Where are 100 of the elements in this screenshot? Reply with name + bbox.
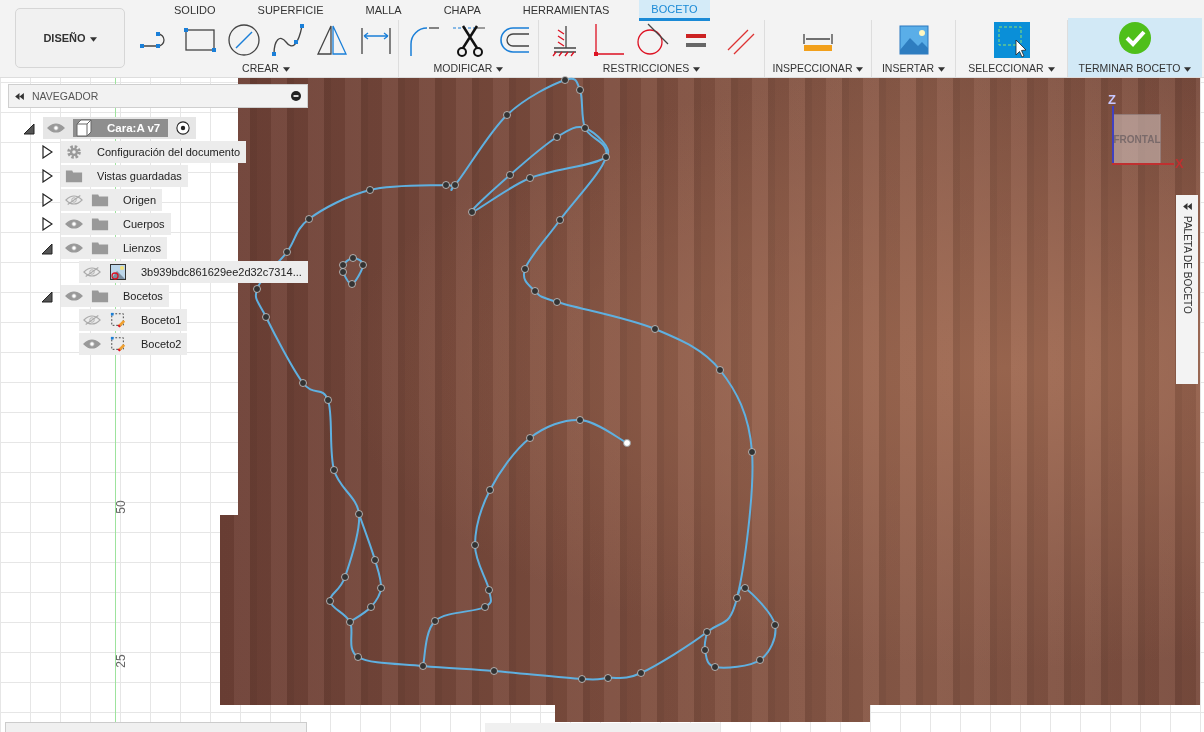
sketch-point[interactable] <box>604 674 612 682</box>
tool-group-dropdown[interactable]: RESTRICCIONES <box>600 62 703 74</box>
sketch-point[interactable] <box>576 416 584 424</box>
tool-group-dropdown[interactable]: CREAR <box>240 62 292 74</box>
sketch-point[interactable] <box>339 261 347 269</box>
sketch-point[interactable] <box>442 181 450 189</box>
sketch-point[interactable] <box>526 174 534 182</box>
sketch-point[interactable] <box>367 603 375 611</box>
toolbar-tab[interactable]: MALLA <box>353 0 414 20</box>
sketch-point[interactable] <box>771 621 779 629</box>
sketch-point[interactable] <box>701 646 709 654</box>
expanded-triangle-icon[interactable] <box>41 289 53 303</box>
toolbar-tab[interactable]: HERRAMIENTAS <box>510 0 622 20</box>
sketch-point[interactable] <box>371 556 379 564</box>
sketch-point[interactable] <box>490 667 498 675</box>
sketch-point[interactable] <box>711 663 719 671</box>
collapsed-triangle-icon[interactable] <box>41 217 53 231</box>
sketch-point[interactable] <box>330 466 338 474</box>
sketch-point[interactable] <box>637 669 645 677</box>
sketch-point[interactable] <box>339 268 347 276</box>
sketch-point[interactable] <box>451 181 459 189</box>
sketch-point[interactable] <box>253 285 261 293</box>
sketch-point[interactable] <box>355 510 363 518</box>
sketch-point[interactable] <box>471 541 479 549</box>
target-icon[interactable] <box>176 121 191 135</box>
browser-node[interactable]: Lienzos <box>61 237 167 259</box>
sketch-point[interactable] <box>468 208 476 216</box>
toolbar-tab[interactable]: SUPERFICIE <box>245 0 336 20</box>
expanded-triangle-icon[interactable] <box>23 121 35 135</box>
sketch-point[interactable] <box>359 261 367 269</box>
browser-node[interactable]: Boceto1 <box>79 309 188 331</box>
expanded-triangle-icon[interactable] <box>41 241 53 255</box>
sketch-point[interactable] <box>349 254 357 262</box>
sketch-point[interactable] <box>602 153 610 161</box>
sketch-point[interactable] <box>521 265 529 273</box>
sketch-point[interactable] <box>485 586 493 594</box>
node-label: Lienzos <box>123 242 161 254</box>
sketch-point[interactable] <box>561 76 569 84</box>
expand-icon <box>1182 203 1192 210</box>
sketch-point[interactable] <box>299 379 307 387</box>
browser-node[interactable]: Boceto2 <box>79 333 188 355</box>
node-label: Bocetos <box>123 290 163 302</box>
browser-node[interactable]: Bocetos <box>61 285 169 307</box>
sketch-point[interactable] <box>651 325 659 333</box>
select-tool-icon[interactable] <box>993 22 1030 58</box>
picture-icon <box>109 264 127 280</box>
browser-node[interactable]: Cuerpos <box>61 213 171 235</box>
sketch-point[interactable] <box>283 248 291 256</box>
tool-group-dropdown[interactable]: SELECCIONAR <box>966 62 1057 74</box>
sketch-point[interactable] <box>703 628 711 636</box>
sketch-point[interactable] <box>346 618 354 626</box>
circle-tool-icon[interactable] <box>226 22 262 58</box>
sketch-point[interactable] <box>531 287 539 295</box>
sketch-point[interactable] <box>581 124 589 132</box>
browser-node[interactable]: Origen <box>61 189 163 211</box>
workspace-dropdown[interactable]: DISEÑO <box>15 8 125 68</box>
sketch-point[interactable] <box>262 313 270 321</box>
sketch-point[interactable] <box>733 594 741 602</box>
minimize-icon[interactable] <box>291 91 301 101</box>
collapsed-triangle-icon[interactable] <box>41 145 53 159</box>
sketch-point[interactable] <box>748 448 756 456</box>
tool-group-dropdown[interactable]: INSPECCIONAR <box>770 62 866 74</box>
sketch-point[interactable] <box>419 662 427 670</box>
sketch-point[interactable] <box>366 186 374 194</box>
folder-icon <box>65 168 83 184</box>
sketch-point[interactable] <box>506 171 514 179</box>
sketch-point[interactable] <box>556 216 564 224</box>
sketch-point[interactable] <box>348 280 356 288</box>
sketch-point[interactable] <box>377 584 385 592</box>
sketch-point[interactable] <box>481 603 489 611</box>
sketch-point[interactable] <box>326 597 334 605</box>
toolbar-tab[interactable]: CHAPA <box>431 0 493 20</box>
tool-group-dropdown[interactable]: INSERTAR <box>879 62 948 74</box>
sketch-point[interactable] <box>354 653 362 661</box>
sketch-point[interactable] <box>741 584 749 592</box>
collapsed-triangle-icon[interactable] <box>41 193 53 207</box>
sketch-point[interactable] <box>553 133 561 141</box>
sketch-point[interactable] <box>716 366 724 374</box>
browser-node[interactable]: Configuración del documento <box>61 141 247 163</box>
sketch-point[interactable] <box>341 573 349 581</box>
sketch-point[interactable] <box>553 298 561 306</box>
collapsed-triangle-icon[interactable] <box>41 169 53 183</box>
spline-tool-icon[interactable] <box>270 22 306 58</box>
tool-group-dropdown[interactable]: TERMINAR BOCETO <box>1076 62 1194 74</box>
sketch-point[interactable] <box>431 617 439 625</box>
sketch-point[interactable] <box>756 656 764 664</box>
tool-group-dropdown[interactable]: MODIFICAR <box>431 62 506 74</box>
sketch-palette-tab[interactable]: PALETA DE BOCETO <box>1176 195 1198 384</box>
toolbar-tab[interactable]: SOLIDO <box>162 0 228 20</box>
sketch-point[interactable] <box>503 111 511 119</box>
sketch-point[interactable] <box>576 86 584 94</box>
browser-node[interactable]: 3b939bdc861629ee2d32c7314... <box>79 261 308 283</box>
browser-node[interactable]: Vistas guardadas <box>61 165 188 187</box>
collapse-icon[interactable] <box>15 92 24 100</box>
sketch-point[interactable] <box>526 434 534 442</box>
sketch-point[interactable] <box>305 215 313 223</box>
sketch-point[interactable] <box>578 675 586 683</box>
sketch-point[interactable] <box>324 396 332 404</box>
sketch-point[interactable] <box>486 486 494 494</box>
sketch-endpoint[interactable] <box>623 439 631 447</box>
